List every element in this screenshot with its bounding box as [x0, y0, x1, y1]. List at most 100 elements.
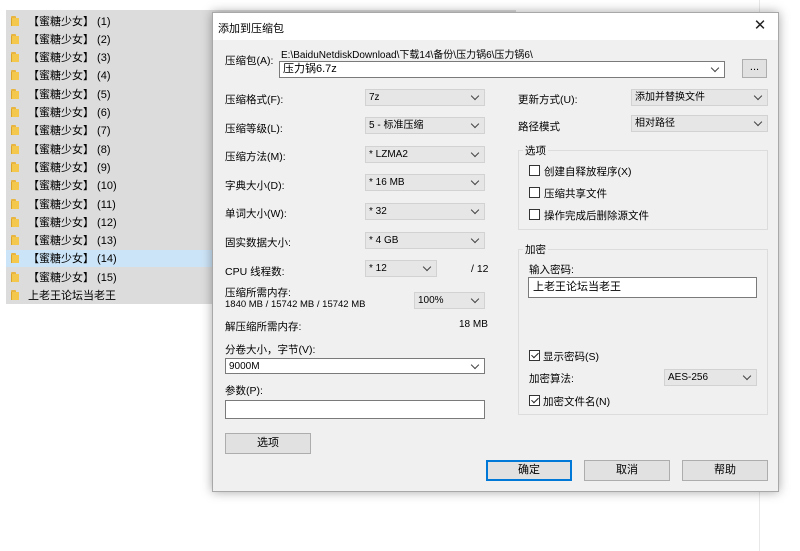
file-list-item[interactable]: 【蜜糖少女】 (3) — [6, 49, 212, 66]
chevron-down-icon — [471, 150, 480, 159]
enc-method-value: AES-256 — [668, 372, 709, 383]
shared-files-checkbox[interactable] — [529, 187, 540, 198]
browse-button[interactable]: ... — [742, 59, 767, 78]
chevron-down-icon — [754, 119, 763, 128]
file-list-item[interactable]: 【蜜糖少女】 (9) — [6, 158, 212, 175]
folder-icon — [11, 143, 23, 154]
method-value: * LZMA2 — [369, 149, 408, 160]
update-value: 添加并替换文件 — [635, 92, 705, 103]
update-label: 更新方式(U): — [518, 94, 578, 106]
mem-percent-select[interactable]: 100% — [414, 292, 485, 309]
file-list-item-label: 【蜜糖少女】 (10) — [28, 180, 117, 193]
file-list-item[interactable]: 【蜜糖少女】 (4) — [6, 67, 212, 84]
file-list-item-label: 【蜜糖少女】 (12) — [28, 216, 117, 229]
dialog-titlebar[interactable]: 添加到压缩包 ✕ — [213, 13, 778, 40]
file-list-item[interactable]: 【蜜糖少女】 (1) — [6, 12, 212, 29]
delete-source-label[interactable]: 操作完成后删除源文件 — [544, 208, 649, 223]
help-button[interactable]: 帮助 — [682, 460, 768, 481]
file-list-item[interactable]: 【蜜糖少女】 (15) — [6, 268, 212, 285]
file-list-item-label: 【蜜糖少女】 (1) — [28, 15, 111, 28]
file-list-item-label: 【蜜糖少女】 (15) — [28, 271, 117, 284]
file-list-item[interactable]: 【蜜糖少女】 (14) — [6, 249, 212, 267]
chevron-down-icon — [754, 93, 763, 102]
file-list-item[interactable]: 【蜜糖少女】 (8) — [6, 140, 212, 157]
file-list-item[interactable]: 上老王论坛当老王 — [6, 287, 212, 304]
chevron-down-icon — [471, 236, 480, 245]
folder-icon — [11, 271, 23, 282]
word-label: 单词大小(W): — [225, 208, 287, 220]
chevron-down-icon — [471, 296, 480, 305]
solid-label: 固实数据大小: — [225, 237, 291, 249]
cancel-button[interactable]: 取消 — [584, 460, 670, 481]
volume-label: 分卷大小，字节(V): — [225, 344, 316, 356]
file-list-item-label: 【蜜糖少女】 (5) — [28, 88, 111, 101]
update-select[interactable]: 添加并替换文件 — [631, 89, 768, 106]
volume-combo[interactable]: 9000M — [225, 358, 485, 374]
file-list-item[interactable]: 【蜜糖少女】 (5) — [6, 85, 212, 102]
folder-icon — [11, 290, 23, 300]
ok-button[interactable]: 确定 — [486, 460, 572, 481]
archive-name-combo[interactable]: 压力锅6.7z — [279, 61, 725, 78]
cpu-label: CPU 线程数: — [225, 266, 285, 278]
chevron-down-icon — [743, 373, 752, 382]
word-select[interactable]: * 32 — [365, 203, 485, 220]
file-list-item-label: 【蜜糖少女】 (2) — [28, 33, 111, 46]
archive-path: E:\BaiduNetdiskDownload\下载14\备份\压力锅6\压力锅… — [281, 50, 533, 61]
file-list-item[interactable]: 【蜜糖少女】 (6) — [6, 104, 212, 121]
close-icon[interactable]: ✕ — [750, 16, 770, 36]
encrypt-names-label[interactable]: 加密文件名(N) — [543, 394, 610, 409]
file-list-item-label: 【蜜糖少女】 (11) — [28, 198, 116, 211]
method-select[interactable]: * LZMA2 — [365, 146, 485, 163]
file-list-item-label: 【蜜糖少女】 (7) — [28, 125, 111, 138]
sfx-checkbox[interactable] — [529, 165, 540, 176]
chevron-down-icon — [471, 207, 480, 216]
encryption-group-title: 加密 — [523, 242, 548, 257]
folder-icon — [11, 161, 23, 172]
level-select[interactable]: 5 - 标准压缩 — [365, 117, 485, 134]
path-mode-select[interactable]: 相对路径 — [631, 115, 768, 132]
enc-method-label: 加密算法: — [529, 373, 574, 385]
sfx-label[interactable]: 创建自释放程序(X) — [544, 164, 632, 179]
format-value: 7z — [369, 92, 380, 103]
solid-select[interactable]: * 4 GB — [365, 232, 485, 249]
chevron-down-icon — [471, 362, 480, 371]
show-password-label[interactable]: 显示密码(S) — [543, 349, 599, 364]
folder-icon — [11, 216, 23, 227]
params-label: 参数(P): — [225, 385, 263, 397]
shared-files-label[interactable]: 压缩共享文件 — [544, 186, 607, 201]
add-to-archive-dialog: 添加到压缩包 ✕ 压缩包(A): E:\BaiduNetdiskDownload… — [212, 12, 779, 492]
mem-decompress-value: 18 MB — [459, 319, 488, 330]
archive-name-value: 压力锅6.7z — [283, 63, 337, 75]
mem-compress-detail: 1840 MB / 15742 MB / 15742 MB — [225, 299, 366, 310]
delete-source-checkbox[interactable] — [529, 209, 540, 220]
file-list-item[interactable]: 【蜜糖少女】 (12) — [6, 213, 212, 230]
enc-method-select[interactable]: AES-256 — [664, 369, 757, 386]
folder-icon — [11, 33, 23, 44]
archive-label: 压缩包(A): — [225, 55, 274, 67]
file-list-item[interactable]: 【蜜糖少女】 (10) — [6, 177, 212, 194]
folder-icon — [11, 107, 23, 117]
mem-percent-value: 100% — [418, 295, 444, 306]
file-list-item[interactable]: 【蜜糖少女】 (13) — [6, 232, 212, 249]
chevron-down-icon — [471, 93, 480, 102]
path-mode-label: 路径模式 — [518, 121, 560, 133]
encrypt-names-checkbox[interactable] — [529, 395, 540, 406]
file-list-item-label: 【蜜糖少女】 (3) — [28, 52, 111, 65]
dict-value: * 16 MB — [369, 177, 405, 188]
folder-icon — [11, 180, 23, 191]
file-list-item[interactable]: 【蜜糖少女】 (11) — [6, 195, 212, 212]
format-select[interactable]: 7z — [365, 89, 485, 106]
file-list-item-label: 上老王论坛当老王 — [28, 290, 116, 302]
mem-compress-label: 压缩所需内存: — [225, 287, 291, 299]
file-list-item[interactable]: 【蜜糖少女】 (7) — [6, 122, 212, 139]
options-button[interactable]: 选项 — [225, 433, 311, 454]
show-password-checkbox[interactable] — [529, 350, 540, 361]
cpu-select[interactable]: * 12 — [365, 260, 437, 277]
format-label: 压缩格式(F): — [225, 94, 284, 106]
params-input[interactable] — [225, 400, 485, 419]
file-list-item-label: 【蜜糖少女】 (8) — [28, 143, 111, 156]
dict-select[interactable]: * 16 MB — [365, 174, 485, 191]
file-list-item[interactable]: 【蜜糖少女】 (2) — [6, 30, 212, 47]
folder-icon — [11, 198, 23, 209]
password-input[interactable]: 上老王论坛当老王 — [528, 277, 757, 298]
